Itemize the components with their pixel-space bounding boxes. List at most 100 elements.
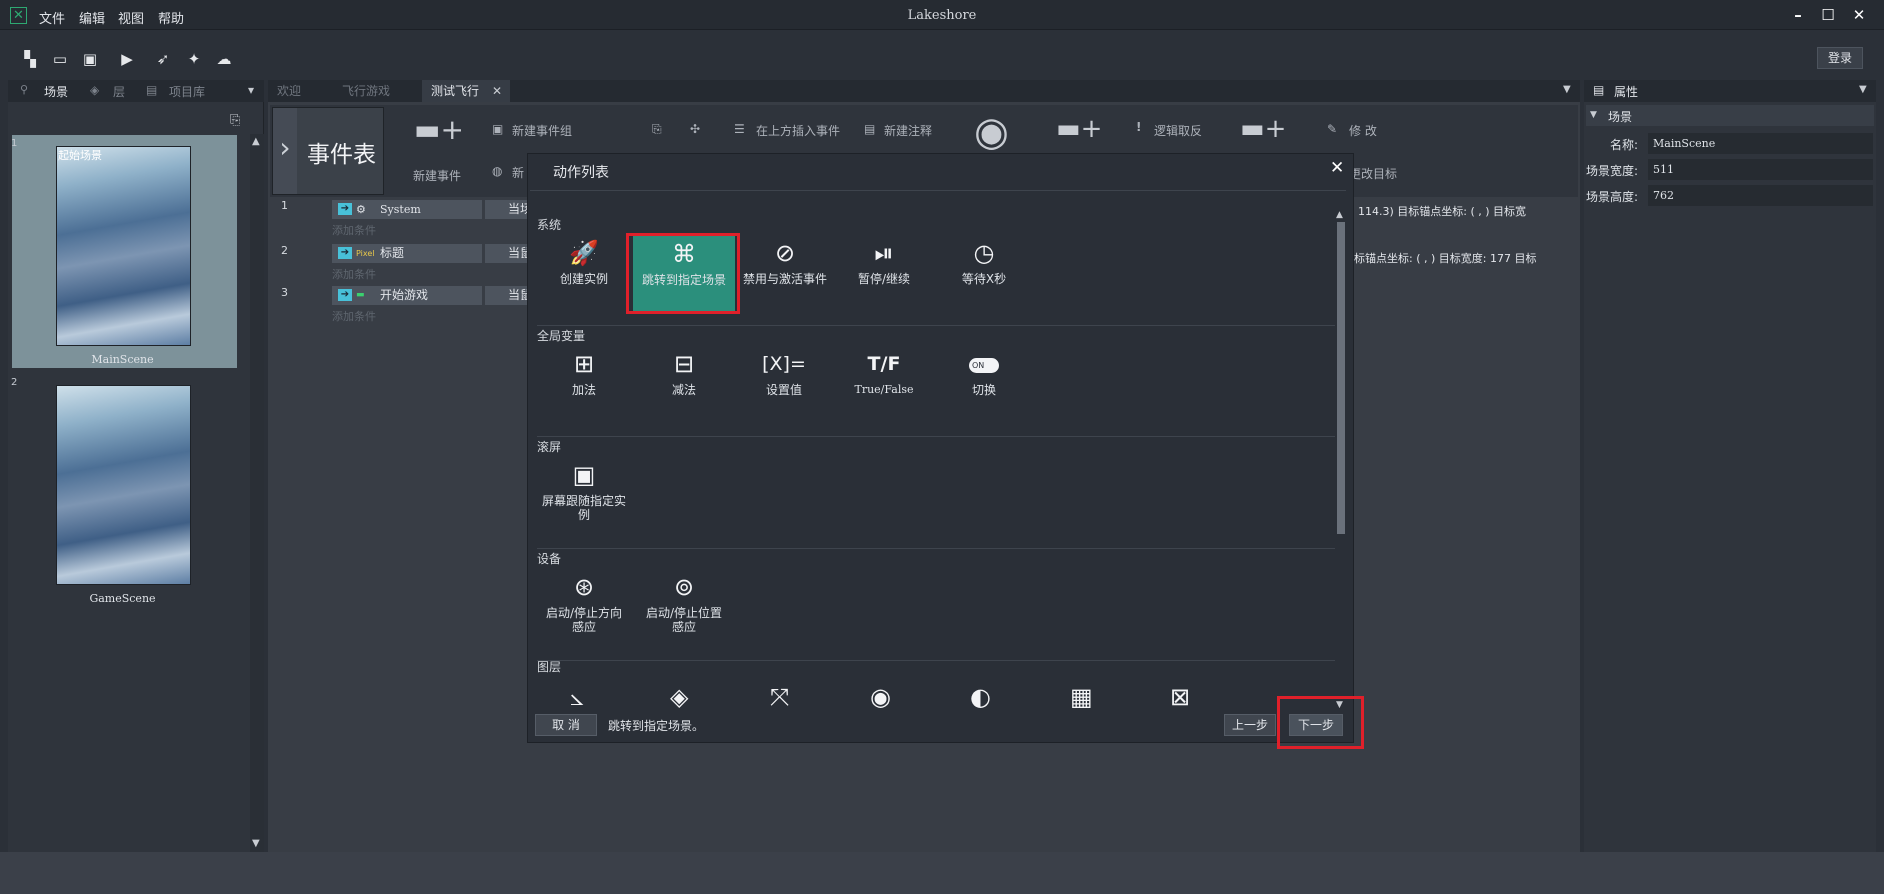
action-add[interactable]: ⊞ 加法 <box>541 349 627 397</box>
event-row[interactable]: ➔ ▬ 开始游戏 <box>332 286 482 305</box>
add-scene-icon[interactable]: ⎘ <box>230 113 240 128</box>
login-button[interactable]: 登录 <box>1817 47 1863 69</box>
event-arrow-icon: ➔ <box>338 203 352 215</box>
chevron-down-icon[interactable]: ▾ <box>248 83 254 97</box>
scroll-down-icon[interactable]: ▼ <box>252 838 260 849</box>
rocket-icon[interactable]: ➶ <box>154 50 172 68</box>
tab-test-flight[interactable]: 测试飞行 ✕ <box>422 80 510 102</box>
properties-icon: ▤ <box>1593 83 1605 97</box>
phone-frame-icon: ▣ <box>572 461 596 489</box>
action-toggle-events[interactable]: ⊘ 禁用与激活事件 <box>741 238 829 286</box>
action-subtract[interactable]: ⊟ 减法 <box>641 349 727 397</box>
rocket-plus-icon: 🚀 <box>569 239 599 267</box>
scroll-up-icon[interactable]: ▲ <box>1336 210 1343 220</box>
add-condition-link[interactable]: 添加条件 <box>332 222 376 238</box>
prop-name-field[interactable]: MainScene <box>1648 133 1873 154</box>
scene-thumbnail[interactable] <box>56 146 191 346</box>
event-object-name: 标题 <box>380 246 405 260</box>
tabs-dropdown-icon[interactable]: ▼ <box>1563 84 1571 95</box>
palette-icon[interactable]: ◐ <box>970 683 991 711</box>
new-partial-label[interactable]: 新 <box>512 164 524 181</box>
crop-icon[interactable]: ⊠ <box>1170 683 1190 711</box>
prev-button[interactable]: 上一步 <box>1224 714 1276 736</box>
action-wait-seconds[interactable]: ◷ 等待X秒 <box>941 238 1027 286</box>
minimize-icon[interactable]: – <box>1786 6 1810 24</box>
modify-button[interactable]: 修 改 <box>1349 122 1377 139</box>
event-action-text[interactable]: 标锚点坐标: ( , ) 目标宽度: 177 目标 <box>1354 250 1536 266</box>
library-tab-icon: ▤ <box>146 83 158 97</box>
prop-width-field[interactable]: 511 <box>1648 159 1873 180</box>
action-true-false[interactable]: T/F True/False <box>841 349 927 397</box>
dialog-close-icon[interactable]: ✕ <box>1330 158 1344 178</box>
true-false-icon: T/F <box>867 353 901 375</box>
selection-highlight <box>626 233 740 314</box>
tab-layer[interactable]: 层 <box>113 83 125 100</box>
event-row[interactable]: ➔ ⚙ System <box>332 200 482 219</box>
tab-scene[interactable]: 场景 <box>44 83 68 100</box>
action-pause-resume[interactable]: ⏯ 暂停/继续 <box>841 238 927 286</box>
chevron-right-icon[interactable]: › <box>273 108 297 194</box>
save-icon[interactable]: ▣ <box>81 50 99 68</box>
category-device: 设备 <box>537 552 562 566</box>
scene-thumbnail[interactable] <box>56 385 191 585</box>
copy-icon[interactable]: ⎘ <box>652 122 662 137</box>
diamond-icon[interactable]: ◈ <box>670 683 688 711</box>
new-event-icon[interactable]: ▬+ <box>414 113 464 146</box>
action-set-value[interactable]: [X]= 设置值 <box>741 349 827 397</box>
action-toggle[interactable]: ON 切换 <box>941 349 1027 397</box>
checker-icon[interactable]: ▦ <box>1070 683 1093 711</box>
eye-icon[interactable]: ◉ <box>870 683 891 711</box>
add-action-icon[interactable]: ▬+ <box>1056 114 1102 144</box>
action-location-sensor[interactable]: ⊚ 启动/停止位置 感应 <box>641 572 727 634</box>
new-scene-icon[interactable]: ▚ <box>21 50 39 68</box>
event-row[interactable]: ➔ Pixel 标题 <box>332 244 482 263</box>
record-icon[interactable]: ◉ <box>974 112 1009 152</box>
left-scrollbar[interactable] <box>250 134 264 854</box>
title-sprite-icon: Pixel <box>356 249 375 258</box>
properties-dropdown-icon[interactable]: ▼ <box>1859 84 1867 95</box>
prop-height-field[interactable]: 762 <box>1648 185 1873 206</box>
share-icon[interactable]: ✦ <box>185 50 203 68</box>
add-condition-link[interactable]: 添加条件 <box>332 308 376 324</box>
play-icon[interactable]: ▶ <box>118 50 136 68</box>
event-action-text[interactable]: 114.3) 目标锚点坐标: ( , ) 目标宽 <box>1358 203 1526 219</box>
new-event-button[interactable]: 新建事件 <box>413 167 461 184</box>
add-condition-link[interactable]: 添加条件 <box>332 266 376 282</box>
start-button-sprite-icon: ▬ <box>356 290 365 300</box>
scroll-up-icon[interactable]: ▲ <box>252 136 260 147</box>
logic-invert-button[interactable]: 逻辑取反 <box>1154 122 1202 139</box>
new-comment-button[interactable]: 新建注释 <box>884 122 932 139</box>
add-sub-event-icon[interactable]: ▬+ <box>1240 114 1286 144</box>
tab-properties[interactable]: 属性 <box>1614 83 1638 100</box>
cancel-button[interactable]: 取 消 <box>535 714 597 736</box>
layer-tab-icon: ◈ <box>90 83 100 97</box>
change-target-button[interactable]: 更改目标 <box>1349 165 1397 182</box>
event-number: 1 <box>281 199 288 212</box>
close-window-icon[interactable]: ✕ <box>1847 6 1871 24</box>
open-folder-icon[interactable]: ▭ <box>51 50 69 68</box>
scene-tab-icon: ⚲ <box>20 83 29 96</box>
category-divider <box>537 436 1335 437</box>
set-value-icon: [X]= <box>762 353 806 375</box>
insert-above-button[interactable]: 在上方插入事件 <box>756 122 840 139</box>
tab-flight-game[interactable]: 飞行游戏 <box>342 80 390 102</box>
action-screen-follow[interactable]: ▣ 屏幕跟随指定实例 <box>541 460 627 522</box>
action-direction-sensor[interactable]: ⊛ 启动/停止方向 感应 <box>541 572 627 634</box>
scrollbar-thumb[interactable] <box>1337 222 1345 534</box>
angle-icon[interactable]: ⦣ <box>570 683 584 711</box>
collapse-icon[interactable]: ▼ <box>1590 110 1597 120</box>
tab-library[interactable]: 项目库 <box>169 83 205 100</box>
maximize-icon[interactable]: ☐ <box>1816 6 1840 24</box>
pin-icon[interactable]: ✣ <box>690 122 700 136</box>
cloud-upload-icon[interactable]: ☁ <box>215 50 233 68</box>
action-create-instance[interactable]: 🚀 创建实例 <box>541 238 627 286</box>
close-tab-icon[interactable]: ✕ <box>492 80 502 102</box>
tab-welcome[interactable]: 欢迎 <box>277 80 301 102</box>
event-arrow-icon: ➔ <box>338 247 352 259</box>
expand-icon[interactable]: ⤧ <box>770 683 789 711</box>
scene-label: GameScene <box>89 592 156 605</box>
scene-label: MainScene <box>91 353 154 366</box>
grid-minus-icon: ⊟ <box>673 350 695 378</box>
new-event-group-button[interactable]: 新建事件组 <box>512 122 572 139</box>
status-bar <box>0 852 1884 894</box>
